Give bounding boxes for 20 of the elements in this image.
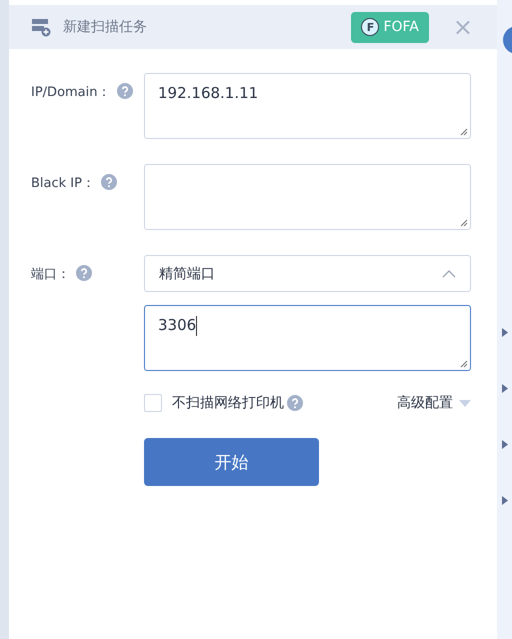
- resize-handle-icon[interactable]: [460, 360, 468, 368]
- expand-arrow-icon[interactable]: [502, 384, 508, 393]
- expand-arrow-icon[interactable]: [502, 496, 508, 505]
- field-label: 端口：: [31, 266, 70, 283]
- dialog-title: 新建扫描任务: [63, 18, 148, 36]
- text-area[interactable]: 192.168.1.11: [144, 73, 471, 139]
- text-area[interactable]: 3306: [144, 305, 471, 371]
- fofa-button[interactable]: F FOFA: [351, 12, 429, 42]
- advanced-settings-link[interactable]: 高级配置: [397, 394, 453, 412]
- checkbox[interactable]: [144, 394, 162, 412]
- port-select[interactable]: 精简端口: [144, 255, 471, 292]
- task-add-icon: [31, 17, 51, 37]
- start-button[interactable]: 开始: [144, 438, 319, 486]
- field-label: IP/Domain：: [31, 84, 110, 101]
- expand-arrow-icon[interactable]: [502, 328, 508, 337]
- checkbox-label: 不扫描网络打印机: [172, 394, 284, 412]
- resize-handle-icon[interactable]: [460, 219, 468, 227]
- field-label: Black IP：: [31, 175, 95, 192]
- expand-arrow-icon[interactable]: [502, 440, 508, 449]
- resize-handle-icon[interactable]: [460, 128, 468, 136]
